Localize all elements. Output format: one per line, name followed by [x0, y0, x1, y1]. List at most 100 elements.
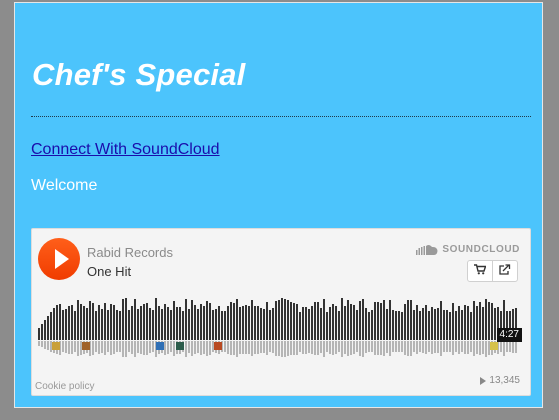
waveform-bar: [59, 304, 61, 340]
play-button[interactable]: [38, 238, 80, 280]
waveform-reflection-bar: [413, 341, 415, 352]
waveform-reflection-bar: [311, 341, 313, 354]
waveform-bar: [134, 299, 136, 340]
waveform-bar: [341, 298, 343, 340]
waveform-reflection-bar: [479, 341, 481, 355]
waveform-reflection-bar: [119, 341, 121, 352]
artist-name[interactable]: Rabid Records: [87, 245, 173, 260]
waveform-bar: [428, 311, 430, 340]
waveform-bar: [47, 316, 49, 340]
comment-avatar[interactable]: [176, 342, 184, 350]
cookie-policy-link[interactable]: Cookie policy: [35, 381, 94, 392]
waveform-bar: [332, 304, 334, 340]
waveform-bar: [113, 305, 115, 340]
waveform-reflection-bar: [431, 341, 433, 354]
waveform-bar: [74, 311, 76, 340]
waveform-reflection-bar: [167, 341, 169, 354]
waveform-bar: [230, 302, 232, 340]
waveform-reflection-bar: [410, 341, 412, 356]
waveform-bar: [323, 299, 325, 340]
waveform-reflection-bar: [185, 341, 187, 357]
waveform-reflection-bar: [152, 341, 154, 352]
comment-avatar[interactable]: [156, 342, 164, 350]
waveform-reflection-bar: [128, 341, 130, 352]
waveform-bar: [434, 309, 436, 340]
waveform-bar: [317, 302, 319, 340]
waveform-reflection-bar: [500, 341, 502, 352]
waveform-reflection-bar: [242, 341, 244, 354]
waveform-reflection-bar: [38, 341, 40, 346]
waveform-bar: [335, 306, 337, 340]
waveform-bar: [254, 306, 256, 340]
waveform-reflection-bar: [203, 341, 205, 354]
comment-avatar[interactable]: [52, 342, 60, 350]
waveform-bar: [164, 304, 166, 340]
waveform-bar: [386, 309, 388, 340]
waveform-bar: [281, 298, 283, 340]
waveform-bar: [326, 312, 328, 340]
waveform-reflection-bar: [512, 341, 514, 353]
waveform-bar: [107, 310, 109, 340]
track-title[interactable]: One Hit: [87, 264, 131, 279]
waveform-reflection-bar: [104, 341, 106, 355]
waveform-reflection-bar: [227, 341, 229, 354]
waveform-bar: [401, 312, 403, 340]
waveform-bar: [374, 302, 376, 340]
waveform-bar: [413, 310, 415, 340]
waveform-reflection-bar: [254, 341, 256, 354]
waveform-bar: [383, 300, 385, 340]
waveform-reflection-bar: [266, 341, 268, 355]
waveform-bar: [311, 306, 313, 340]
waveform-bar: [392, 310, 394, 340]
waveform-reflection-bar: [443, 341, 445, 352]
waveform-reflection-bar: [515, 341, 517, 353]
waveform-bar: [71, 305, 73, 340]
waveform-bar: [365, 308, 367, 340]
waveform-reflection-bar: [335, 341, 337, 354]
waveform-bar: [377, 302, 379, 340]
soundcloud-brand[interactable]: SOUNDCLOUD: [416, 244, 520, 255]
waveform-reflection-bar: [314, 341, 316, 355]
waveform-reflection-bar: [446, 341, 448, 352]
waveform-reflection-bar: [464, 341, 466, 354]
waveform-bar: [404, 304, 406, 340]
waveform-reflection-bar: [284, 341, 286, 357]
waveform-bar: [290, 302, 292, 340]
waveform-bar: [278, 300, 280, 340]
waveform-reflection-bar: [338, 341, 340, 352]
waveform-bar: [476, 306, 478, 340]
waveform-reflection-bar: [245, 341, 247, 354]
waveform-reflection-bar: [341, 341, 343, 357]
waveform-bar: [161, 309, 163, 340]
waveform-reflection-bar: [77, 341, 79, 356]
comment-avatar[interactable]: [214, 342, 222, 350]
waveform-reflection-bar: [305, 341, 307, 354]
waveform-bar: [50, 312, 52, 340]
waveform-reflection-bar: [44, 341, 46, 349]
waveform-reflection-bar: [233, 341, 235, 355]
waveform-bar: [293, 303, 295, 340]
waveform[interactable]: 4:27: [38, 294, 522, 360]
waveform-reflection-bar: [62, 341, 64, 352]
waveform-bar: [272, 308, 274, 340]
connect-soundcloud-link[interactable]: Connect With SoundCloud: [31, 141, 220, 159]
waveform-reflection-bar: [380, 341, 382, 355]
waveform-reflection-bar: [461, 341, 463, 352]
comment-avatar[interactable]: [490, 342, 498, 350]
waveform-bar: [257, 306, 259, 340]
waveform-bar: [122, 299, 124, 340]
comment-avatar[interactable]: [82, 342, 90, 350]
play-count-value: 13,345: [489, 375, 520, 386]
waveform-bar: [137, 309, 139, 340]
share-button[interactable]: [492, 261, 517, 281]
waveform-bar: [218, 306, 220, 340]
waveform-reflection-bar: [200, 341, 202, 355]
waveform-reflection-bar: [407, 341, 409, 356]
waveform-bar: [38, 328, 40, 340]
waveform-bar: [41, 324, 43, 340]
waveform-reflection-bar: [506, 341, 508, 352]
waveform-reflection-bar: [350, 341, 352, 355]
waveform-reflection-bar: [122, 341, 124, 357]
waveform-reflection-bar: [398, 341, 400, 352]
buy-button[interactable]: [468, 261, 492, 281]
